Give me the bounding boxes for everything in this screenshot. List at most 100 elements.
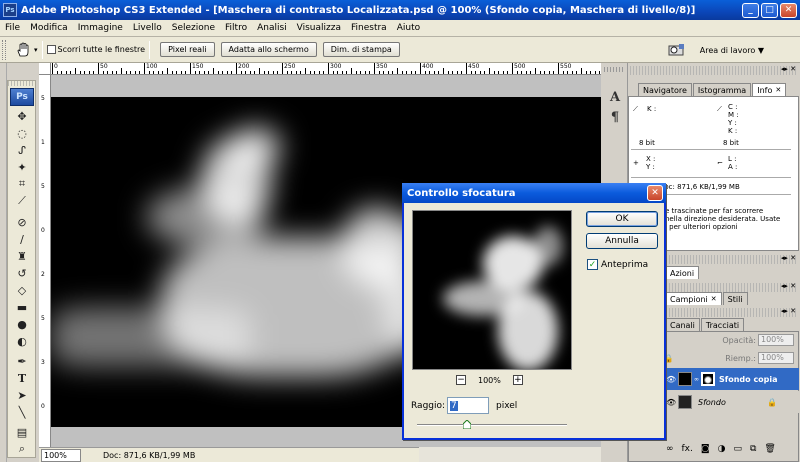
fx-icon[interactable]: fx. <box>682 444 693 454</box>
tab-navigatore[interactable]: Navigatore <box>638 83 692 96</box>
layer-mask-thumbnail[interactable] <box>701 372 715 386</box>
tab-istogramma[interactable]: Istogramma <box>692 83 752 96</box>
menu-aiuto[interactable]: Aiuto <box>392 23 425 33</box>
marquee-icon[interactable]: ◌ <box>12 125 32 141</box>
menu-modifica[interactable]: Modifica <box>25 23 73 33</box>
radius-input[interactable]: 7 <box>447 397 489 414</box>
lasso-icon[interactable]: ᔑ <box>12 142 32 158</box>
line-icon[interactable]: ╲ <box>12 404 32 420</box>
radius-slider-track[interactable] <box>417 424 567 426</box>
dodge-icon[interactable]: ◐ <box>12 333 32 349</box>
preview-checkbox[interactable]: ✓ <box>587 259 598 270</box>
tab-stili[interactable]: Stili <box>722 292 748 305</box>
ruler-tick-mark <box>502 71 504 74</box>
menu-filtro[interactable]: Filtro <box>220 23 252 33</box>
minimize-button[interactable]: _ <box>742 2 759 18</box>
menu-finestra[interactable]: Finestra <box>346 23 392 33</box>
zoom-in-button[interactable]: + <box>512 375 523 385</box>
preview-zoom-value: 100% <box>478 375 501 385</box>
zoom-out-button[interactable]: − <box>456 375 466 385</box>
blur-icon[interactable]: ● <box>12 316 32 332</box>
tab-azioni[interactable]: Azioni <box>665 266 700 279</box>
document-size-info[interactable]: Doc: 871,6 KB/1,99 MB <box>103 451 195 460</box>
eyedropper-icon[interactable]: ⟋ <box>12 193 32 209</box>
maximize-button[interactable]: □ <box>761 2 778 18</box>
close-window-button[interactable]: ✕ <box>780 2 797 18</box>
character-panel-icon[interactable]: A <box>607 89 623 105</box>
layer-name[interactable]: Sfondo <box>698 398 726 407</box>
layer-name[interactable]: Sfondo copia <box>719 375 778 384</box>
close-tab-icon[interactable]: ✕ <box>775 86 781 94</box>
print-size-button[interactable]: Dim. di stampa <box>322 42 400 57</box>
new-layer-icon[interactable]: ⧉ <box>750 444 756 454</box>
hand-icon[interactable] <box>10 40 36 60</box>
history-brush-icon[interactable]: ↺ <box>12 265 32 281</box>
move-icon[interactable]: ✥ <box>12 108 32 124</box>
link-layers-icon[interactable]: ∞ <box>666 444 674 454</box>
tab-campioni[interactable]: Campioni ✕ <box>665 292 722 305</box>
horizontal-scrollbar[interactable] <box>419 447 601 462</box>
ruler-tick-mark <box>535 68 536 74</box>
workspace-menu[interactable]: Area di lavoro ▼ <box>700 46 764 55</box>
fill-field[interactable]: 100% <box>758 352 794 364</box>
ok-button[interactable]: OK <box>586 211 658 227</box>
vertical-ruler[interactable]: 5 1 5 0 2 5 3 0 <box>39 75 51 447</box>
crop-icon[interactable]: ⌗ <box>12 176 32 192</box>
eye-icon[interactable]: 👁 <box>666 375 678 384</box>
cancel-button[interactable]: Annulla <box>586 233 658 249</box>
preview-toggle[interactable]: ✓ Anteprima <box>587 259 648 270</box>
actual-pixels-button[interactable]: Pixel reali <box>160 42 215 57</box>
close-tab-icon[interactable]: ✕ <box>711 295 717 303</box>
panel-group-grip[interactable] <box>630 66 798 75</box>
zoom-icon[interactable]: ⌕ <box>12 441 32 457</box>
gradient-icon[interactable]: ▬ <box>12 299 32 315</box>
scroll-all-checkbox[interactable] <box>46 45 56 54</box>
menu-livello[interactable]: Livello <box>128 23 167 33</box>
panel-collapse-icon[interactable]: ◂▸ ✕ <box>781 65 796 73</box>
tab-canali[interactable]: Canali <box>665 318 700 331</box>
add-mask-icon[interactable]: ◙ <box>701 444 710 454</box>
dialog-close-button[interactable]: ✕ <box>647 185 663 201</box>
horizontal-ruler[interactable]: 0 50 100 150 200 250 300 350 400 450 500 550 <box>51 63 601 75</box>
menu-visualizza[interactable]: Visualizza <box>292 23 346 33</box>
clone-stamp-icon[interactable]: ♜ <box>12 248 32 264</box>
filter-preview[interactable] <box>412 210 572 370</box>
healing-icon[interactable]: ⊘ <box>12 214 32 230</box>
ps-logo[interactable]: Ps <box>10 88 34 106</box>
tab-info[interactable]: Info ✕ <box>752 83 787 96</box>
eye-icon[interactable]: 👁 <box>666 398 678 407</box>
ruler-tick-mark <box>328 63 329 74</box>
opacity-field[interactable]: 100% <box>758 334 794 346</box>
zoom-level-field[interactable]: 100% <box>41 448 81 462</box>
panel-collapse-icon[interactable]: ◂▸ ✕ <box>781 282 796 290</box>
menu-selezione[interactable]: Selezione <box>167 23 220 33</box>
paragraph-panel-icon[interactable]: ¶ <box>607 109 623 125</box>
radius-slider-thumb[interactable] <box>462 420 471 429</box>
menu-file[interactable]: File <box>0 23 25 33</box>
eraser-icon[interactable]: ◇ <box>12 282 32 298</box>
chain-icon[interactable]: ∞ <box>694 376 699 383</box>
ruler-tick-mark <box>176 71 178 74</box>
tab-tracciati[interactable]: Tracciati <box>700 318 745 331</box>
options-bar-grip[interactable] <box>2 39 6 60</box>
tool-preset-arrow-icon[interactable]: ▾ <box>34 46 38 54</box>
new-group-icon[interactable]: ▭ <box>733 444 742 454</box>
toolbox-grip[interactable] <box>8 81 35 86</box>
panel-collapse-icon[interactable]: ◂▸ ✕ <box>781 254 796 262</box>
ruler-origin[interactable] <box>39 63 51 75</box>
path-select-icon[interactable]: ➤ <box>12 387 32 403</box>
panel-collapse-icon[interactable]: ◂▸ ✕ <box>781 307 796 315</box>
magic-wand-icon[interactable]: ✦ <box>12 159 32 175</box>
menu-analisi[interactable]: Analisi <box>252 23 292 33</box>
menu-immagine[interactable]: Immagine <box>73 23 128 33</box>
ruler-tick-label: 200 <box>238 63 250 70</box>
adjustment-layer-icon[interactable]: ◑ <box>718 444 726 454</box>
bridge-icon[interactable] <box>668 42 686 58</box>
trash-icon[interactable]: 🗑 <box>764 444 775 454</box>
notes-icon[interactable]: ▤ <box>12 424 32 440</box>
pen-icon[interactable]: ✒ <box>12 353 32 369</box>
type-icon[interactable]: T <box>12 370 32 386</box>
brush-icon[interactable]: ∕ <box>12 231 32 247</box>
fit-screen-button[interactable]: Adatta allo schermo <box>220 42 317 57</box>
dialog-title-bar[interactable]: Controllo sfocatura ✕ <box>402 183 666 203</box>
